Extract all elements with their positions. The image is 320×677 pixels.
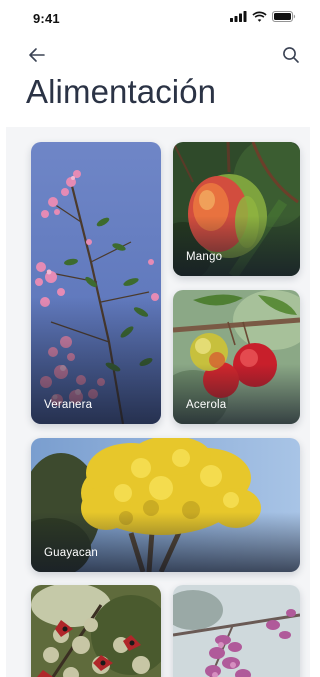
arrow-left-icon — [29, 48, 45, 62]
plant-5-image — [31, 585, 161, 677]
card-label: Mango — [186, 251, 223, 263]
card-veranera[interactable]: Veranera — [31, 142, 161, 424]
card-label: Veranera — [44, 399, 93, 411]
card-shade — [173, 363, 300, 424]
nav-bar — [0, 42, 314, 68]
signal-icon — [230, 11, 247, 22]
status-bar: 9:41 — [0, 0, 314, 36]
card-label: Guayacan — [44, 547, 99, 559]
page-title: Alimentación — [26, 73, 217, 110]
back-button[interactable] — [26, 44, 48, 66]
status-icons — [230, 11, 296, 22]
card-plant-6[interactable] — [173, 585, 300, 677]
card-guayacan[interactable]: Guayacan — [31, 438, 300, 572]
card-mango[interactable]: Mango — [173, 142, 300, 276]
plant-6-image — [173, 585, 300, 677]
search-icon — [283, 47, 299, 63]
card-plant-5[interactable] — [31, 585, 161, 677]
wifi-icon — [252, 11, 267, 22]
card-shade — [31, 511, 300, 572]
card-label: Acerola — [186, 399, 227, 411]
card-acerola[interactable]: Acerola — [173, 290, 300, 424]
card-shade — [173, 215, 300, 276]
status-time: 9:41 — [33, 11, 60, 26]
plant-grid: Veranera Mango Acerola Guayacan — [6, 127, 310, 677]
battery-icon — [272, 11, 296, 22]
search-button[interactable] — [280, 44, 302, 66]
